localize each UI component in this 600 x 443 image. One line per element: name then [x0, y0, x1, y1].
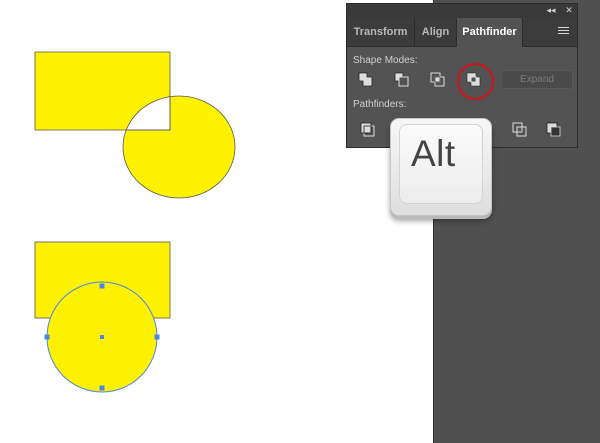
tab-transform[interactable]: Transform: [347, 18, 415, 46]
intersect-icon[interactable]: [427, 69, 449, 91]
minus-back-icon[interactable]: [543, 119, 565, 141]
panel-menu-icon[interactable]: [558, 27, 569, 36]
minus-front-icon[interactable]: [391, 69, 413, 91]
pathfinders-label: Pathfinders:: [353, 99, 407, 110]
shape-modes-label: Shape Modes:: [353, 55, 418, 66]
alt-keycap-label: Alt: [411, 133, 456, 174]
exclude-result-shape[interactable]: [34, 51, 236, 199]
expand-button[interactable]: Expand: [501, 70, 573, 89]
outline-icon[interactable]: [509, 119, 531, 141]
tab-pathfinder[interactable]: Pathfinder: [457, 18, 523, 47]
panel-tab-bar: Transform Align Pathfinder: [347, 18, 577, 47]
tab-align[interactable]: Align: [415, 18, 457, 46]
highlight-ring: [457, 63, 494, 100]
alt-keycap: Alt: [390, 118, 492, 216]
collapse-panel-icon[interactable]: ◂◂: [545, 4, 557, 18]
unite-icon[interactable]: [355, 69, 377, 91]
divide-icon[interactable]: [357, 119, 379, 141]
close-panel-icon[interactable]: ✕: [563, 4, 575, 18]
panel-title-bar[interactable]: ◂◂ ✕: [347, 4, 577, 18]
